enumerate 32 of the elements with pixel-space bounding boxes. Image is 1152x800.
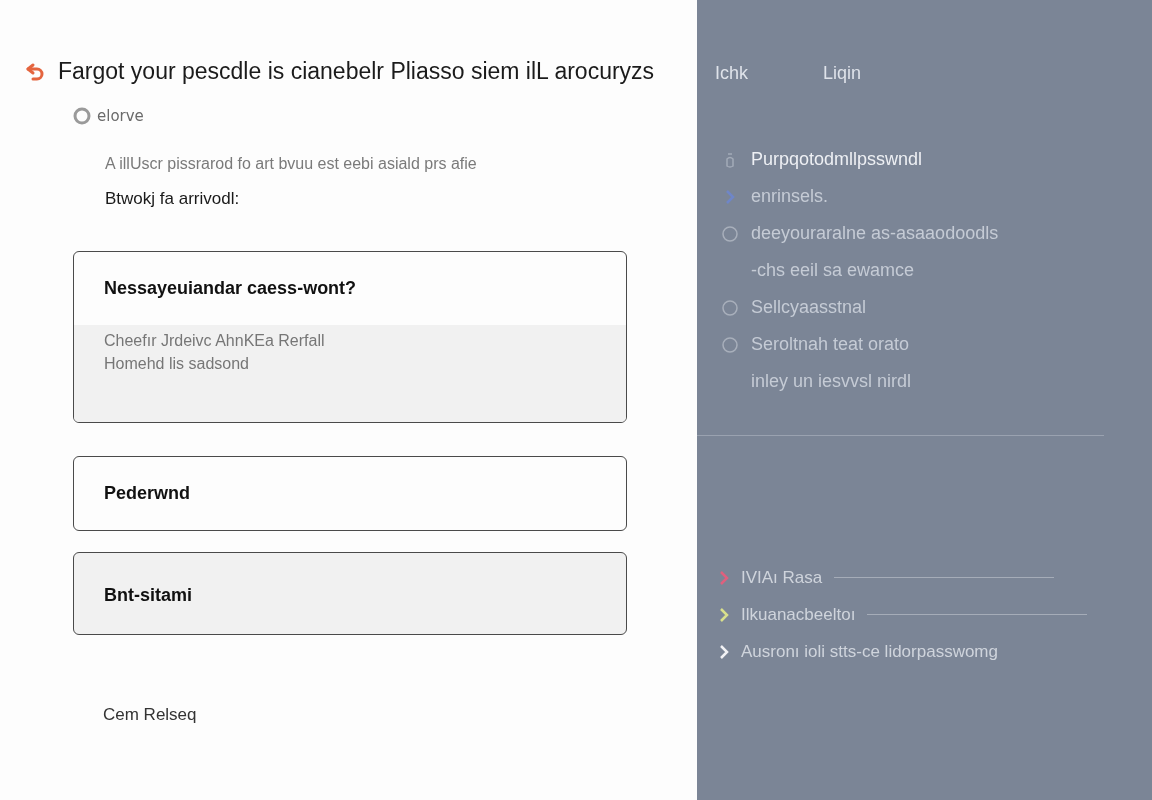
- chevron-icon: [719, 643, 729, 660]
- chevron-icon: [719, 606, 729, 623]
- side-link[interactable]: Ilkuanacbeeltoı: [741, 604, 856, 625]
- option-card[interactable]: Pederwnd: [73, 456, 627, 531]
- list-item-text: Sellcyaasstnal: [751, 297, 867, 318]
- option-detail: Cheefır Jrdeivc AhnKEa Rerfall: [104, 331, 326, 351]
- circle-icon: [721, 224, 739, 243]
- circle-icon: [721, 298, 739, 317]
- circle-icon: [73, 107, 91, 125]
- list-item-text: enrinsels.: [751, 186, 829, 207]
- chevron-icon: [719, 569, 729, 586]
- option-detail: Homehd lis sadsond: [104, 354, 250, 374]
- reset-link[interactable]: Cem Relseq: [103, 705, 627, 725]
- list-item-text: Purpqotodmllpsswndl: [751, 149, 923, 170]
- list-item-text: deeyouraralne as-asaaodoodls: [751, 223, 999, 244]
- tab[interactable]: Ichk: [715, 63, 748, 84]
- intro-text: A illUscr pissrarod fo art bvuu est eebi asiald prs afie: [105, 155, 478, 173]
- side-link[interactable]: Ausronı ioli stts-ce lidorpasswomg: [741, 641, 998, 662]
- option-card[interactable]: Nessayeuiandar caess-wont? Cheefır Jrdeivc AhnKEa Rerfall Homehd lis sadsond: [73, 251, 627, 423]
- subtitle: elorve: [97, 107, 144, 125]
- list-item-text: Seroltnah teat orato: [751, 334, 910, 355]
- page-title: Fargot your pescdle is cianebelr Pliasso siem ilL arocuryzs: [58, 58, 655, 85]
- list-item-text: inley un iesvvsl nirdl: [751, 371, 912, 392]
- circle-icon: [721, 335, 739, 354]
- option-heading: Nessayeuiandar caess-wont?: [104, 278, 357, 298]
- tab[interactable]: Liqin: [823, 63, 862, 84]
- option-heading: Pederwnd: [104, 483, 191, 503]
- prompt-text: Btwokj fa arrivodl:: [105, 189, 241, 209]
- option-card[interactable]: Bnt-sitami: [73, 552, 627, 635]
- list-item-text: -chs eeil sa ewamce: [751, 260, 915, 281]
- option-heading: Bnt-sitami: [104, 585, 192, 605]
- side-link[interactable]: IVIAı Rasa: [741, 567, 823, 588]
